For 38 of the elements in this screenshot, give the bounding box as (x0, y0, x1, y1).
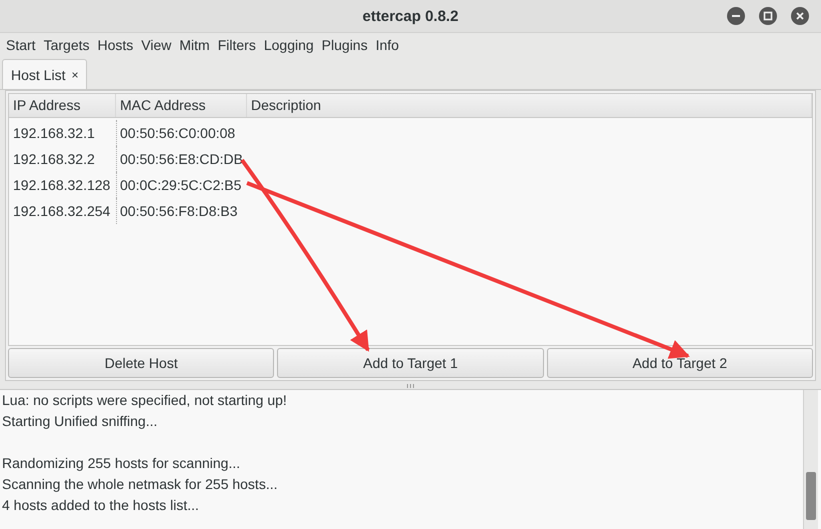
scrollbar[interactable] (803, 390, 818, 529)
tab-label: Host List (11, 66, 66, 82)
menu-item[interactable]: Logging (260, 37, 318, 53)
table-cell: 192.168.32.254 (13, 203, 110, 219)
splitter-handle-icon[interactable] (406, 384, 414, 388)
table-cell: 192.168.32.2 (13, 151, 95, 167)
menu-item[interactable]: Info (372, 37, 403, 53)
menu-item[interactable]: Targets (40, 37, 94, 53)
table-cell: 00:50:56:E8:CD:DB (120, 151, 243, 167)
tab-close-button[interactable]: × (71, 68, 78, 82)
action-button[interactable]: Delete Host (8, 348, 274, 378)
tab[interactable]: Host List × (2, 59, 88, 89)
menu-item[interactable]: View (137, 37, 176, 53)
table-cell: 192.168.32.1 (13, 125, 95, 141)
column-header[interactable]: Description (247, 94, 812, 117)
scrollbar-thumb[interactable] (806, 472, 816, 520)
log-line: Lua: no scripts were specified, not starting up! (2, 392, 287, 408)
table-cell: 192.168.32.128 (13, 177, 110, 193)
maximize-icon[interactable] (759, 7, 777, 25)
table-cell: 00:0C:29:5C:C2:B5 (120, 177, 242, 193)
log-line: Randomizing 255 hosts for scanning... (2, 455, 240, 471)
menu-item[interactable]: Mitm (175, 37, 214, 53)
menu-item[interactable]: Start (2, 37, 40, 53)
log-line: Scanning the whole netmask for 255 hosts... (2, 476, 278, 492)
table-cell: 00:50:56:C0:00:08 (120, 125, 236, 141)
action-button[interactable]: Add to Target 1 (277, 348, 544, 378)
menu-item[interactable]: Plugins (318, 37, 372, 53)
minimize-icon[interactable] (727, 7, 745, 25)
column-header[interactable]: IP Address (9, 94, 116, 117)
table-cell: 00:50:56:F8:D8:B3 (120, 203, 238, 219)
action-button[interactable]: Add to Target 2 (546, 348, 813, 378)
menu-item[interactable]: Filters (214, 37, 260, 53)
log-line: Starting Unified sniffing... (2, 413, 158, 429)
column-header[interactable]: MAC Address (116, 94, 247, 117)
close-icon[interactable] (791, 7, 809, 25)
log-line: 4 hosts added to the hosts list... (2, 497, 199, 513)
menu-item[interactable]: Hosts (94, 37, 138, 53)
window-title: ettercap 0.8.2 (362, 8, 458, 24)
